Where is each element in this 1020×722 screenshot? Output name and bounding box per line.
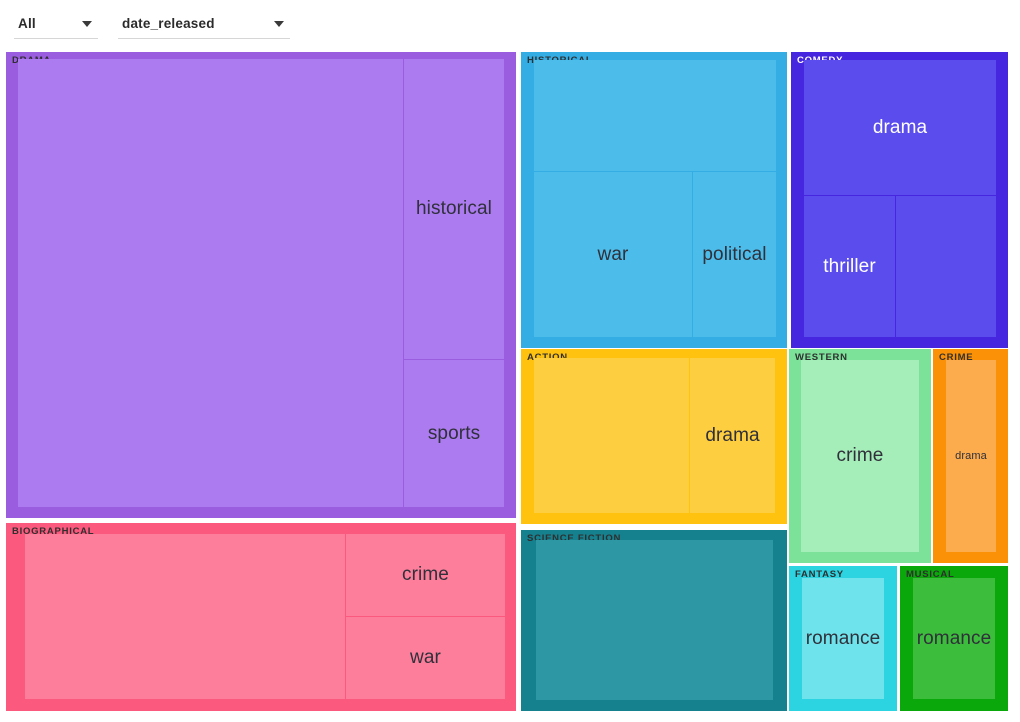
treemap-leaf-biographical-war[interactable]: war [346, 617, 505, 699]
treemap-leaf-drama-historical[interactable]: historical [404, 59, 504, 359]
treemap-leaf-western-crime[interactable]: crime [801, 360, 919, 552]
treemap-leaf-drama-sports[interactable]: sports [404, 360, 504, 507]
leaf-label: drama [872, 116, 928, 138]
treemap-chart: DRAMAHISTORICALCOMEDYACTIONWESTERNCRIMEB… [0, 48, 1020, 722]
treemap-leaf-biographical-unlabeled[interactable] [25, 534, 345, 699]
leaf-label: sports [427, 422, 481, 444]
filter-dropdown-value: All [18, 16, 36, 31]
treemap-leaf-drama-unlabeled[interactable] [18, 59, 403, 507]
treemap-leaf-fantasy-romance[interactable]: romance [802, 578, 884, 699]
treemap-leaf-comedy-unlabeled[interactable] [896, 196, 996, 337]
treemap-leaf-action-unlabeled[interactable] [534, 358, 689, 513]
chevron-down-icon [82, 20, 92, 27]
leaf-label: war [597, 243, 629, 265]
treemap-leaf-crime-drama[interactable]: drama [946, 360, 996, 552]
leaf-label: drama [955, 450, 987, 462]
filter-dropdown[interactable]: All [14, 12, 98, 39]
treemap-leaf-historical-unlabeled[interactable] [534, 60, 776, 171]
leaf-label: romance [805, 627, 881, 649]
treemap-leaf-musical-romance[interactable]: romance [913, 578, 995, 699]
treemap-leaf-historical-war[interactable]: war [534, 172, 692, 337]
chevron-down-icon [274, 20, 284, 27]
leaf-label: crime [402, 564, 449, 585]
treemap-leaf-science-fiction-unlabeled[interactable] [536, 540, 773, 700]
treemap-leaf-action-drama[interactable]: drama [690, 358, 775, 513]
leaf-label: drama [705, 424, 760, 446]
field-dropdown-value: date_released [122, 16, 215, 31]
treemap-leaf-historical-political[interactable]: political [693, 172, 776, 337]
leaf-label: thriller [823, 255, 876, 277]
treemap-leaf-comedy-drama[interactable]: drama [804, 60, 996, 195]
field-dropdown[interactable]: date_released [118, 12, 290, 39]
toolbar: All date_released [0, 0, 1020, 48]
treemap-leaf-comedy-thriller[interactable]: thriller [804, 196, 895, 337]
leaf-label: war [410, 647, 441, 668]
treemap-leaf-biographical-crime[interactable]: crime [346, 534, 505, 616]
leaf-label: political [702, 243, 767, 265]
leaf-label: crime [836, 445, 884, 466]
leaf-label: romance [916, 627, 992, 649]
leaf-label: historical [416, 198, 492, 219]
